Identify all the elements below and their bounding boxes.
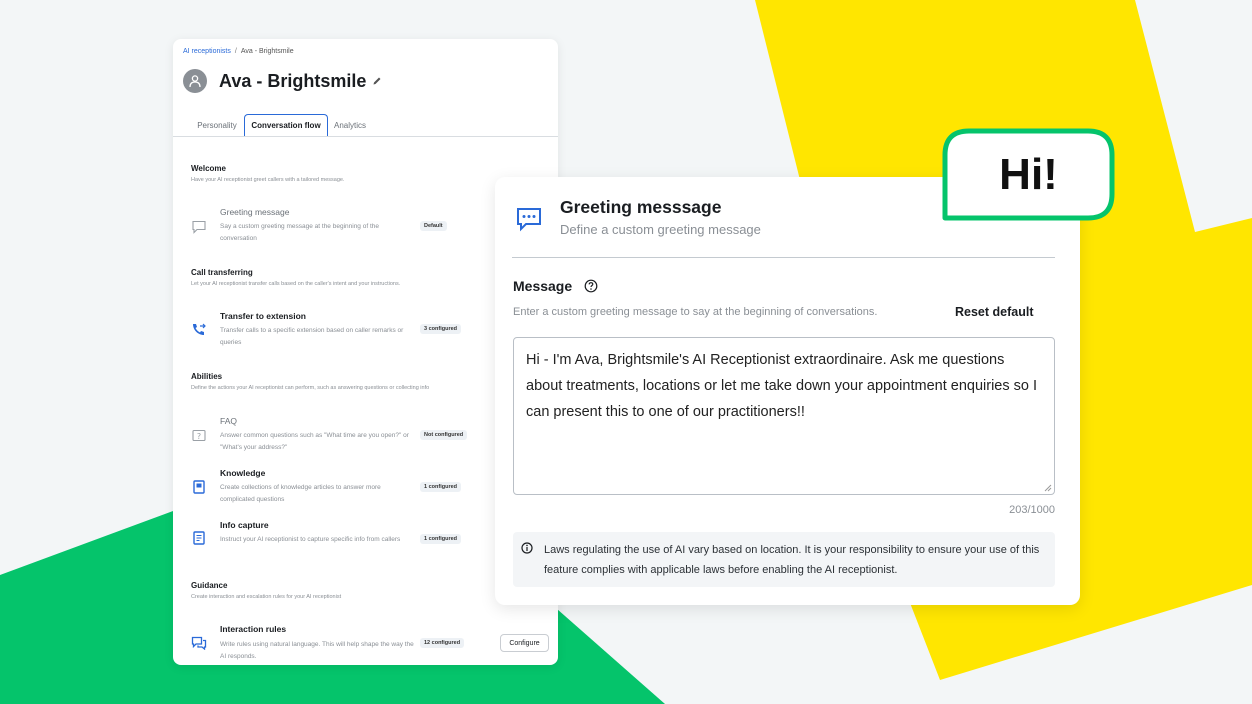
configure-button[interactable]: Configure <box>500 634 549 652</box>
item-description-knowledge: Create collections of knowledge articles… <box>220 484 381 503</box>
section-description-abilities: Define the actions your AI receptionist … <box>191 385 430 391</box>
speech-bubble-text: Hi! <box>999 150 1058 199</box>
legal-notice-text: Laws regulating the use of AI vary based… <box>544 544 1040 576</box>
breadcrumb-current: Ava - Brightsmile <box>240 48 294 55</box>
section-title-guidance: Guidance <box>191 581 228 590</box>
section-description-welcome: Have your AI receptionist greet callers … <box>191 177 345 183</box>
status-badge-greeting-message: Default <box>420 221 447 231</box>
message-field-label: Message <box>513 278 573 294</box>
user-icon <box>189 75 201 88</box>
item-title-info-capture[interactable]: Info capture <box>220 520 269 530</box>
phone-forward-icon <box>193 323 206 335</box>
character-counter: 203/1000 <box>1009 504 1055 516</box>
greeting-message-text: Hi - I'm Ava, Brightsmile's AI Reception… <box>526 352 1038 420</box>
item-title-interaction-rules[interactable]: Interaction rules <box>220 624 286 634</box>
item-title-greeting-message[interactable]: Greeting message <box>220 207 289 217</box>
breadcrumb: AI receptionists / Ava - Brightsmile <box>183 48 294 55</box>
item-title-faq[interactable]: FAQ <box>220 416 237 426</box>
greeting-message-textarea[interactable]: Hi - I'm Ava, Brightsmile's AI Reception… <box>513 337 1055 495</box>
breadcrumb-separator: / <box>234 48 237 55</box>
help-circle-icon[interactable] <box>584 279 598 293</box>
status-badge-info-capture: 1 configured <box>420 534 462 544</box>
status-badge-interaction-rules: 12 configured <box>420 638 465 648</box>
card-subtitle: Define a custom greeting message <box>560 222 761 237</box>
item-title-transfer-to-extension[interactable]: Transfer to extension <box>220 311 306 321</box>
section-description-guidance: Create interaction and escalation rules … <box>191 594 342 600</box>
status-badge-faq: Not configured <box>420 430 468 440</box>
tab-bar: Personality Conversation flow Analytics <box>173 114 558 137</box>
message-field-hint: Enter a custom greeting message to say a… <box>513 306 878 318</box>
card-divider <box>512 257 1055 258</box>
tab-analytics[interactable]: Analytics <box>328 114 372 136</box>
section-description-call-transferring: Let your AI receptionist transfer calls … <box>191 281 401 287</box>
tab-conversation-flow[interactable]: Conversation flow <box>244 114 328 136</box>
card-title: Greeting messsage <box>560 197 722 217</box>
tab-personality[interactable]: Personality <box>191 114 243 136</box>
section-title-call-transferring: Call transferring <box>191 268 253 277</box>
chat-rules-icon <box>191 636 207 650</box>
section-title-welcome: Welcome <box>191 164 226 173</box>
breadcrumb-link-ai-receptionists[interactable]: AI receptionists <box>183 48 231 55</box>
page-title: Ava - Brightsmile <box>219 71 367 91</box>
reset-default-button[interactable]: Reset default <box>955 305 1034 319</box>
legal-notice: Laws regulating the use of AI vary based… <box>513 532 1055 587</box>
greeting-message-card: Greeting messsage Define a custom greeti… <box>495 177 1080 605</box>
item-description-faq: Answer common questions such as "What ti… <box>220 432 409 451</box>
section-title-abilities: Abilities <box>191 372 223 381</box>
message-dots-icon <box>517 208 541 232</box>
item-description-info-capture: Instruct your AI receptionist to capture… <box>220 536 401 543</box>
item-description-interaction-rules: Write rules using natural language. This… <box>220 641 414 660</box>
item-description-greeting-message: Say a custom greeting message at the beg… <box>220 223 379 242</box>
item-description-transfer-to-extension: Transfer calls to a specific extension b… <box>220 327 404 346</box>
info-icon <box>521 542 533 554</box>
faq-icon: ? <box>192 429 206 442</box>
chat-bubble-icon <box>192 220 206 234</box>
form-icon <box>193 531 205 545</box>
resize-handle-icon[interactable] <box>1044 484 1052 492</box>
status-badge-transfer-to-extension: 3 configured <box>420 324 462 334</box>
avatar <box>183 69 207 93</box>
svg-text:?: ? <box>197 432 201 441</box>
edit-pencil-icon[interactable] <box>372 76 382 86</box>
item-title-knowledge[interactable]: Knowledge <box>220 468 265 478</box>
book-icon <box>193 480 205 494</box>
status-badge-knowledge: 1 configured <box>420 482 462 492</box>
